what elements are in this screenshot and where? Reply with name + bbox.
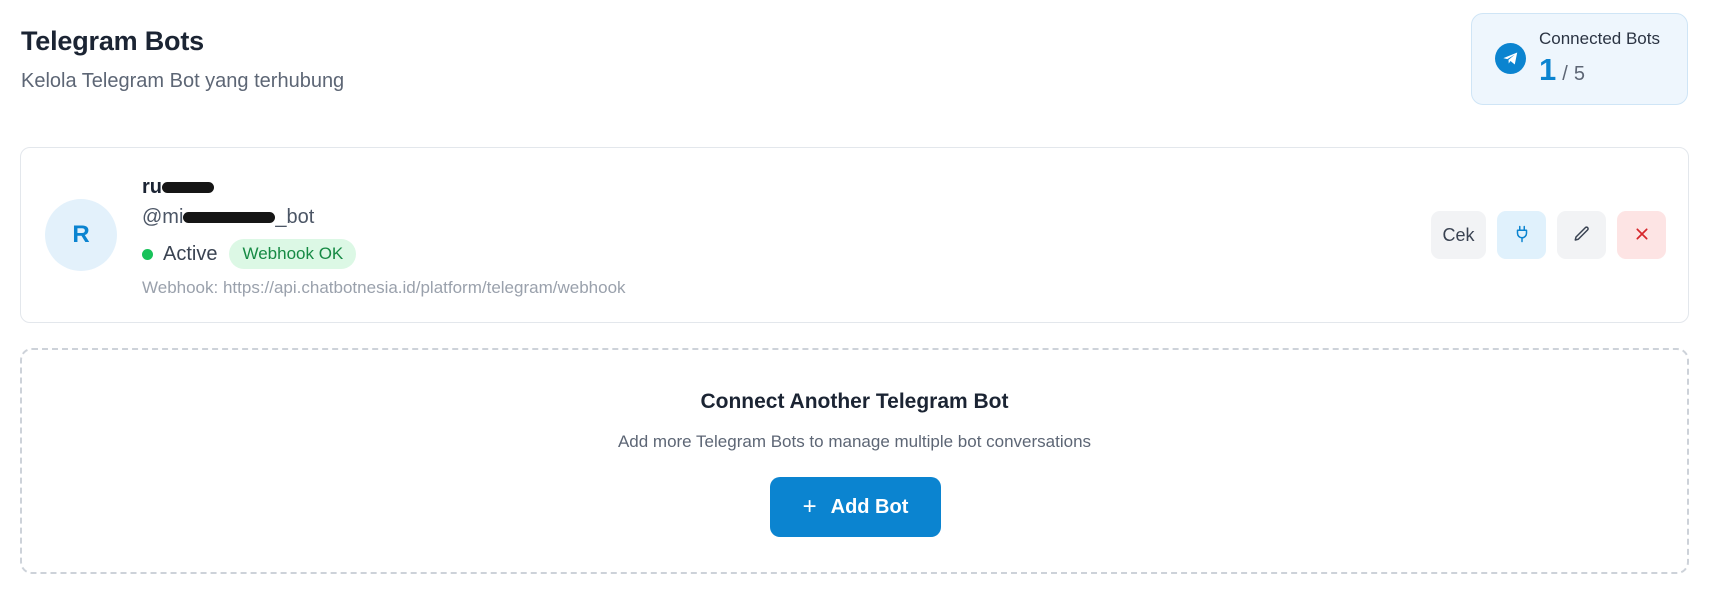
set-webhook-button[interactable] (1497, 211, 1546, 259)
avatar: R (45, 199, 117, 271)
connected-bots-label: Connected Bots (1539, 29, 1660, 48)
add-bot-button-label: Add Bot (830, 495, 909, 518)
status-row: Active Webhook OK (142, 239, 357, 269)
bot-username: @mi _bot (142, 206, 314, 229)
delete-button[interactable] (1617, 211, 1666, 259)
add-bot-section: Connect Another Telegram Bot Add more Te… (20, 348, 1689, 574)
bot-name-text: ru (142, 176, 162, 198)
connected-bots-count: 1 (1539, 52, 1557, 87)
bot-username-prefix: @mi (142, 206, 184, 228)
webhook-url: Webhook: https://api.chatbotnesia.id/pla… (142, 278, 626, 297)
bot-actions: Cek (1431, 211, 1666, 259)
edit-button[interactable] (1557, 211, 1606, 259)
add-bot-title: Connect Another Telegram Bot (700, 390, 1009, 413)
telegram-icon (1495, 43, 1526, 74)
page-subtitle: Kelola Telegram Bot yang terhubung (21, 70, 345, 92)
plug-icon (1513, 225, 1531, 246)
status-text: Active (163, 242, 218, 265)
bot-card: R ru @mi _bot Active Webhook OK Webhook: … (20, 147, 1689, 323)
plus-icon: + (802, 493, 817, 520)
close-icon (1634, 226, 1650, 245)
bot-username-suffix: _bot (275, 206, 315, 228)
connected-bots-max: 5 (1573, 63, 1585, 85)
webhook-status-badge: Webhook OK (229, 239, 357, 269)
check-button[interactable]: Cek (1431, 211, 1486, 259)
redacted-username (183, 212, 276, 224)
connected-bots-separator: / (1562, 63, 1568, 85)
bot-name: ru (142, 176, 214, 199)
page-title: Telegram Bots (21, 26, 204, 56)
add-bot-button[interactable]: + Add Bot (770, 477, 941, 537)
pencil-icon (1573, 225, 1591, 246)
status-dot (142, 248, 153, 260)
connected-bots-card: Connected Bots 1 / 5 (1471, 13, 1688, 105)
redacted-name (162, 182, 214, 194)
connected-bots-value: 1 / 5 (1539, 52, 1585, 88)
add-bot-description: Add more Telegram Bots to manage multipl… (617, 432, 1092, 451)
